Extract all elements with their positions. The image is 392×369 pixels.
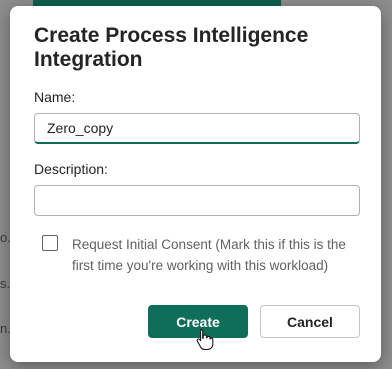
cancel-button[interactable]: Cancel	[260, 305, 360, 338]
name-field-group: Name:	[34, 88, 360, 144]
description-input[interactable]	[34, 185, 360, 216]
consent-option: Request Initial Consent (Mark this if th…	[34, 234, 360, 276]
consent-checkbox[interactable]	[42, 235, 58, 251]
description-label: Description:	[34, 161, 108, 177]
consent-label[interactable]: Request Initial Consent (Mark this if th…	[72, 234, 352, 276]
dialog-title: Create Process Intelligence Integration	[34, 24, 309, 71]
hand-pointer-icon	[196, 328, 214, 350]
name-input[interactable]	[34, 113, 360, 144]
background-text-fragment: s.	[0, 276, 11, 291]
create-integration-dialog: Create Process Intelligence Integration …	[10, 6, 381, 362]
dialog-actions: Create Cancel	[148, 305, 360, 338]
name-label: Name:	[34, 89, 76, 105]
description-field-group: Description:	[34, 160, 360, 216]
